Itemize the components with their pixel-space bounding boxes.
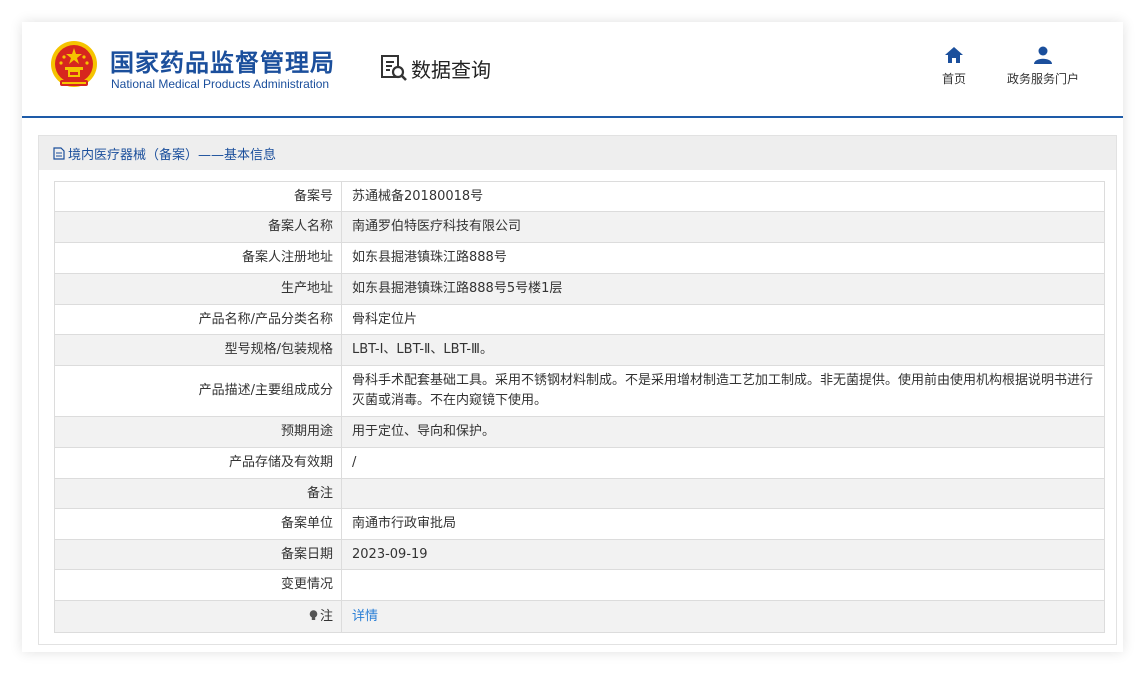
table-row: 备案单位 南通市行政审批局 [54,508,1105,540]
field-label: 备案人名称 [54,211,342,243]
field-label: 产品名称/产品分类名称 [54,304,342,335]
table-row: 备案号 苏通械备20180018号 [54,181,1105,212]
field-value: 骨科定位片 [341,304,1105,335]
field-value: 骨科手术配套基础工具。采用不锈钢材料制成。不是采用增材制造工艺加工制成。非无菌提… [341,365,1105,417]
field-value: 南通市行政审批局 [341,508,1105,540]
field-value: 苏通械备20180018号 [341,181,1105,212]
data-query-label: 数据查询 [411,57,491,82]
field-label: 变更情况 [54,569,342,601]
field-label: 预期用途 [54,416,342,448]
table-row: 产品名称/产品分类名称 骨科定位片 [54,304,1105,335]
field-value: 如东县掘港镇珠江路888号5号楼1层 [341,273,1105,305]
field-value: / [341,447,1105,479]
panel-title: 境内医疗器械（备案）——基本信息 [68,147,277,163]
record-info-table: 备案号 苏通械备20180018号 备案人名称 南通罗伯特医疗科技有限公司 备案… [54,181,1105,633]
panel-header: 境内医疗器械（备案）——基本信息 [39,136,1116,170]
note-label: 注 [319,608,333,624]
home-icon [945,47,963,63]
lightbulb-icon [309,609,318,620]
field-value: 南通罗伯特医疗科技有限公司 [341,211,1105,243]
nav-home-label: 首页 [941,72,966,86]
table-row: 产品描述/主要组成成分 骨科手术配套基础工具。采用不锈钢材料制成。不是采用增材制… [54,365,1105,417]
table-row: 产品存储及有效期 / [54,447,1105,479]
table-row: 预期用途 用于定位、导向和保护。 [54,416,1105,448]
nav-service-portal-label: 政务服务门户 [1006,72,1079,86]
field-value [341,569,1105,601]
field-label: 产品存储及有效期 [54,447,342,479]
field-value: 2023-09-19 [341,539,1105,570]
document-icon [53,146,65,160]
field-label: 备案号 [54,181,342,212]
field-label: 备案单位 [54,508,342,540]
field-label: 产品描述/主要组成成分 [54,365,342,417]
field-label: 备注 [54,478,342,509]
site-header: 国家药品监督管理局 National Medical Products Admi… [22,22,1123,118]
table-row: 注 详情 [54,600,1105,633]
org-name-cn: 国家药品监督管理局 [110,49,335,77]
field-label: 备案日期 [54,539,342,570]
page-frame: 国家药品监督管理局 National Medical Products Admi… [22,22,1123,652]
document-search-icon [381,55,407,81]
field-label: 型号规格/包装规格 [54,334,342,366]
field-value: 详情 [341,600,1105,633]
nav-home[interactable]: 首页 [932,46,976,87]
table-row: 备案日期 2023-09-19 [54,539,1105,570]
nav-service-portal[interactable]: 政务服务门户 [998,46,1088,87]
field-label: 备案人注册地址 [54,242,342,274]
data-query-title: 数据查询 [379,52,491,84]
table-row: 备案人名称 南通罗伯特医疗科技有限公司 [54,211,1105,243]
field-value: 如东县掘港镇珠江路888号 [341,242,1105,274]
details-link[interactable]: 详情 [352,609,378,624]
field-value: 用于定位、导向和保护。 [341,416,1105,448]
field-value [341,478,1105,509]
field-value: LBT-Ⅰ、LBT-Ⅱ、LBT-Ⅲ。 [341,334,1105,366]
national-emblem-icon [51,41,97,87]
table-row: 变更情况 [54,569,1105,601]
table-row: 生产地址 如东县掘港镇珠江路888号5号楼1层 [54,273,1105,305]
field-label: 生产地址 [54,273,342,305]
user-icon [1034,46,1052,64]
org-name-en: National Medical Products Administration [111,77,330,91]
table-row: 备案人注册地址 如东县掘港镇珠江路888号 [54,242,1105,274]
table-row: 备注 [54,478,1105,509]
info-panel: 境内医疗器械（备案）——基本信息 备案号 苏通械备20180018号 备案人名称… [38,135,1117,645]
field-label: 注 [54,600,342,633]
table-row: 型号规格/包装规格 LBT-Ⅰ、LBT-Ⅱ、LBT-Ⅲ。 [54,334,1105,366]
